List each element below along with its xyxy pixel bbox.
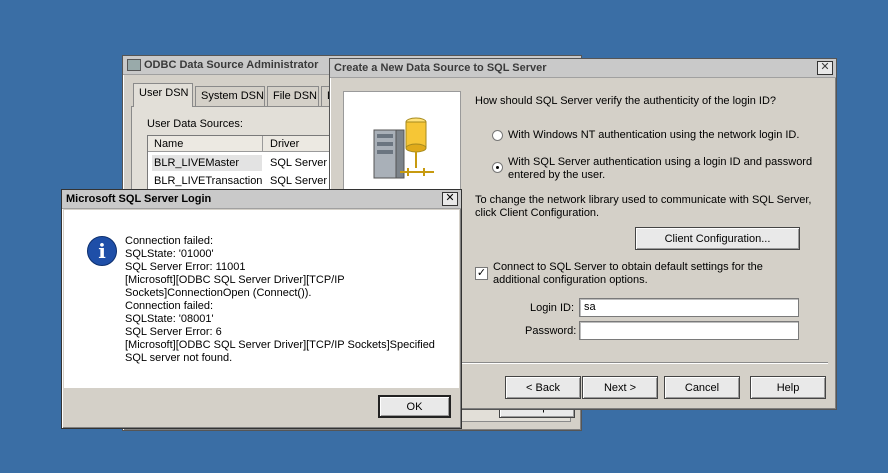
tab-user-dsn[interactable]: User DSN	[133, 83, 193, 107]
message-line: Sockets]ConnectionOpen (Connect()).	[125, 287, 312, 299]
connect-checkbox-label-1[interactable]: Connect to SQL Server to obtain default …	[493, 261, 763, 273]
dsn-driver: SQL Server	[270, 157, 328, 169]
odbc-admin-app-icon	[127, 59, 141, 71]
password-label: Password:	[525, 325, 577, 337]
create-dsn-titlebar[interactable]: Create a New Data Source to SQL Server ✕	[330, 59, 836, 78]
user-data-sources-label: User Data Sources:	[147, 118, 243, 130]
close-icon[interactable]: ✕	[817, 61, 833, 75]
connect-checkbox[interactable]: ✓	[475, 267, 488, 280]
tab-file-dsn[interactable]: File DSN	[267, 86, 319, 107]
radio-windows-auth-label[interactable]: With Windows NT authentication using the…	[508, 129, 799, 141]
message-line: SQL Server Error: 11001	[125, 261, 246, 273]
dsn-list[interactable]: Name Driver BLR_LIVEMaster SQL Server BL…	[147, 135, 348, 195]
dsn-name: BLR_LIVEMaster	[154, 157, 239, 169]
info-icon: i	[87, 236, 117, 266]
sql-login-dialog: Microsoft SQL Server Login ✕ i Connectio…	[61, 189, 462, 429]
sql-login-titlebar[interactable]: Microsoft SQL Server Login ✕	[62, 190, 461, 209]
radio-windows-auth[interactable]	[492, 130, 503, 141]
dsn-driver: SQL Server	[270, 175, 328, 187]
message-line: SQLState: '08001'	[125, 313, 214, 325]
tab-system-dsn[interactable]: System DSN	[195, 86, 265, 107]
client-configuration-button[interactable]: Client Configuration...	[635, 227, 800, 250]
sql-login-title: Microsoft SQL Server Login	[66, 193, 212, 205]
dsn-list-header: Name Driver	[148, 136, 348, 152]
ok-button[interactable]: OK	[378, 395, 451, 418]
error-message: Connection failed: SQLState: '01000' SQL…	[125, 235, 435, 365]
table-row[interactable]: BLR_LIVEMaster	[152, 155, 262, 171]
next-button[interactable]: Next >	[582, 376, 658, 399]
network-library-text-1: To change the network library used to co…	[475, 194, 812, 206]
cancel-button[interactable]: Cancel	[664, 376, 740, 399]
radio-sql-auth-label-1[interactable]: With SQL Server authentication using a l…	[508, 156, 812, 168]
message-line: SQL server not found.	[125, 352, 233, 364]
help-button[interactable]: Help	[750, 376, 826, 399]
password-field[interactable]	[579, 321, 799, 340]
message-line: [Microsoft][ODBC SQL Server Driver][TCP/…	[125, 274, 345, 286]
message-line: [Microsoft][ODBC SQL Server Driver][TCP/…	[125, 339, 435, 351]
network-library-text-2: click Client Configuration.	[475, 207, 600, 219]
radio-sql-auth-label-2[interactable]: entered by the user.	[508, 169, 605, 181]
message-line: SQL Server Error: 6	[125, 326, 222, 338]
auth-question: How should SQL Server verify the authent…	[475, 95, 777, 107]
login-id-label: Login ID:	[530, 302, 575, 314]
connect-checkbox-label-2[interactable]: additional configuration options.	[493, 274, 648, 286]
column-header-name[interactable]: Name	[154, 138, 183, 150]
back-button[interactable]: < Back	[505, 376, 581, 399]
message-line: SQLState: '01000'	[125, 248, 214, 260]
message-line: Connection failed:	[125, 300, 214, 312]
login-id-field[interactable]: sa	[579, 298, 799, 317]
radio-sql-auth[interactable]	[492, 162, 503, 173]
dsn-name[interactable]: BLR_LIVETransaction	[154, 175, 262, 187]
create-dsn-title: Create a New Data Source to SQL Server	[334, 62, 547, 74]
sql-login-content: i Connection failed: SQLState: '01000' S…	[64, 210, 459, 388]
column-header-driver[interactable]: Driver	[270, 138, 299, 150]
close-icon[interactable]: ✕	[442, 192, 458, 206]
message-line: Connection failed:	[125, 235, 214, 247]
